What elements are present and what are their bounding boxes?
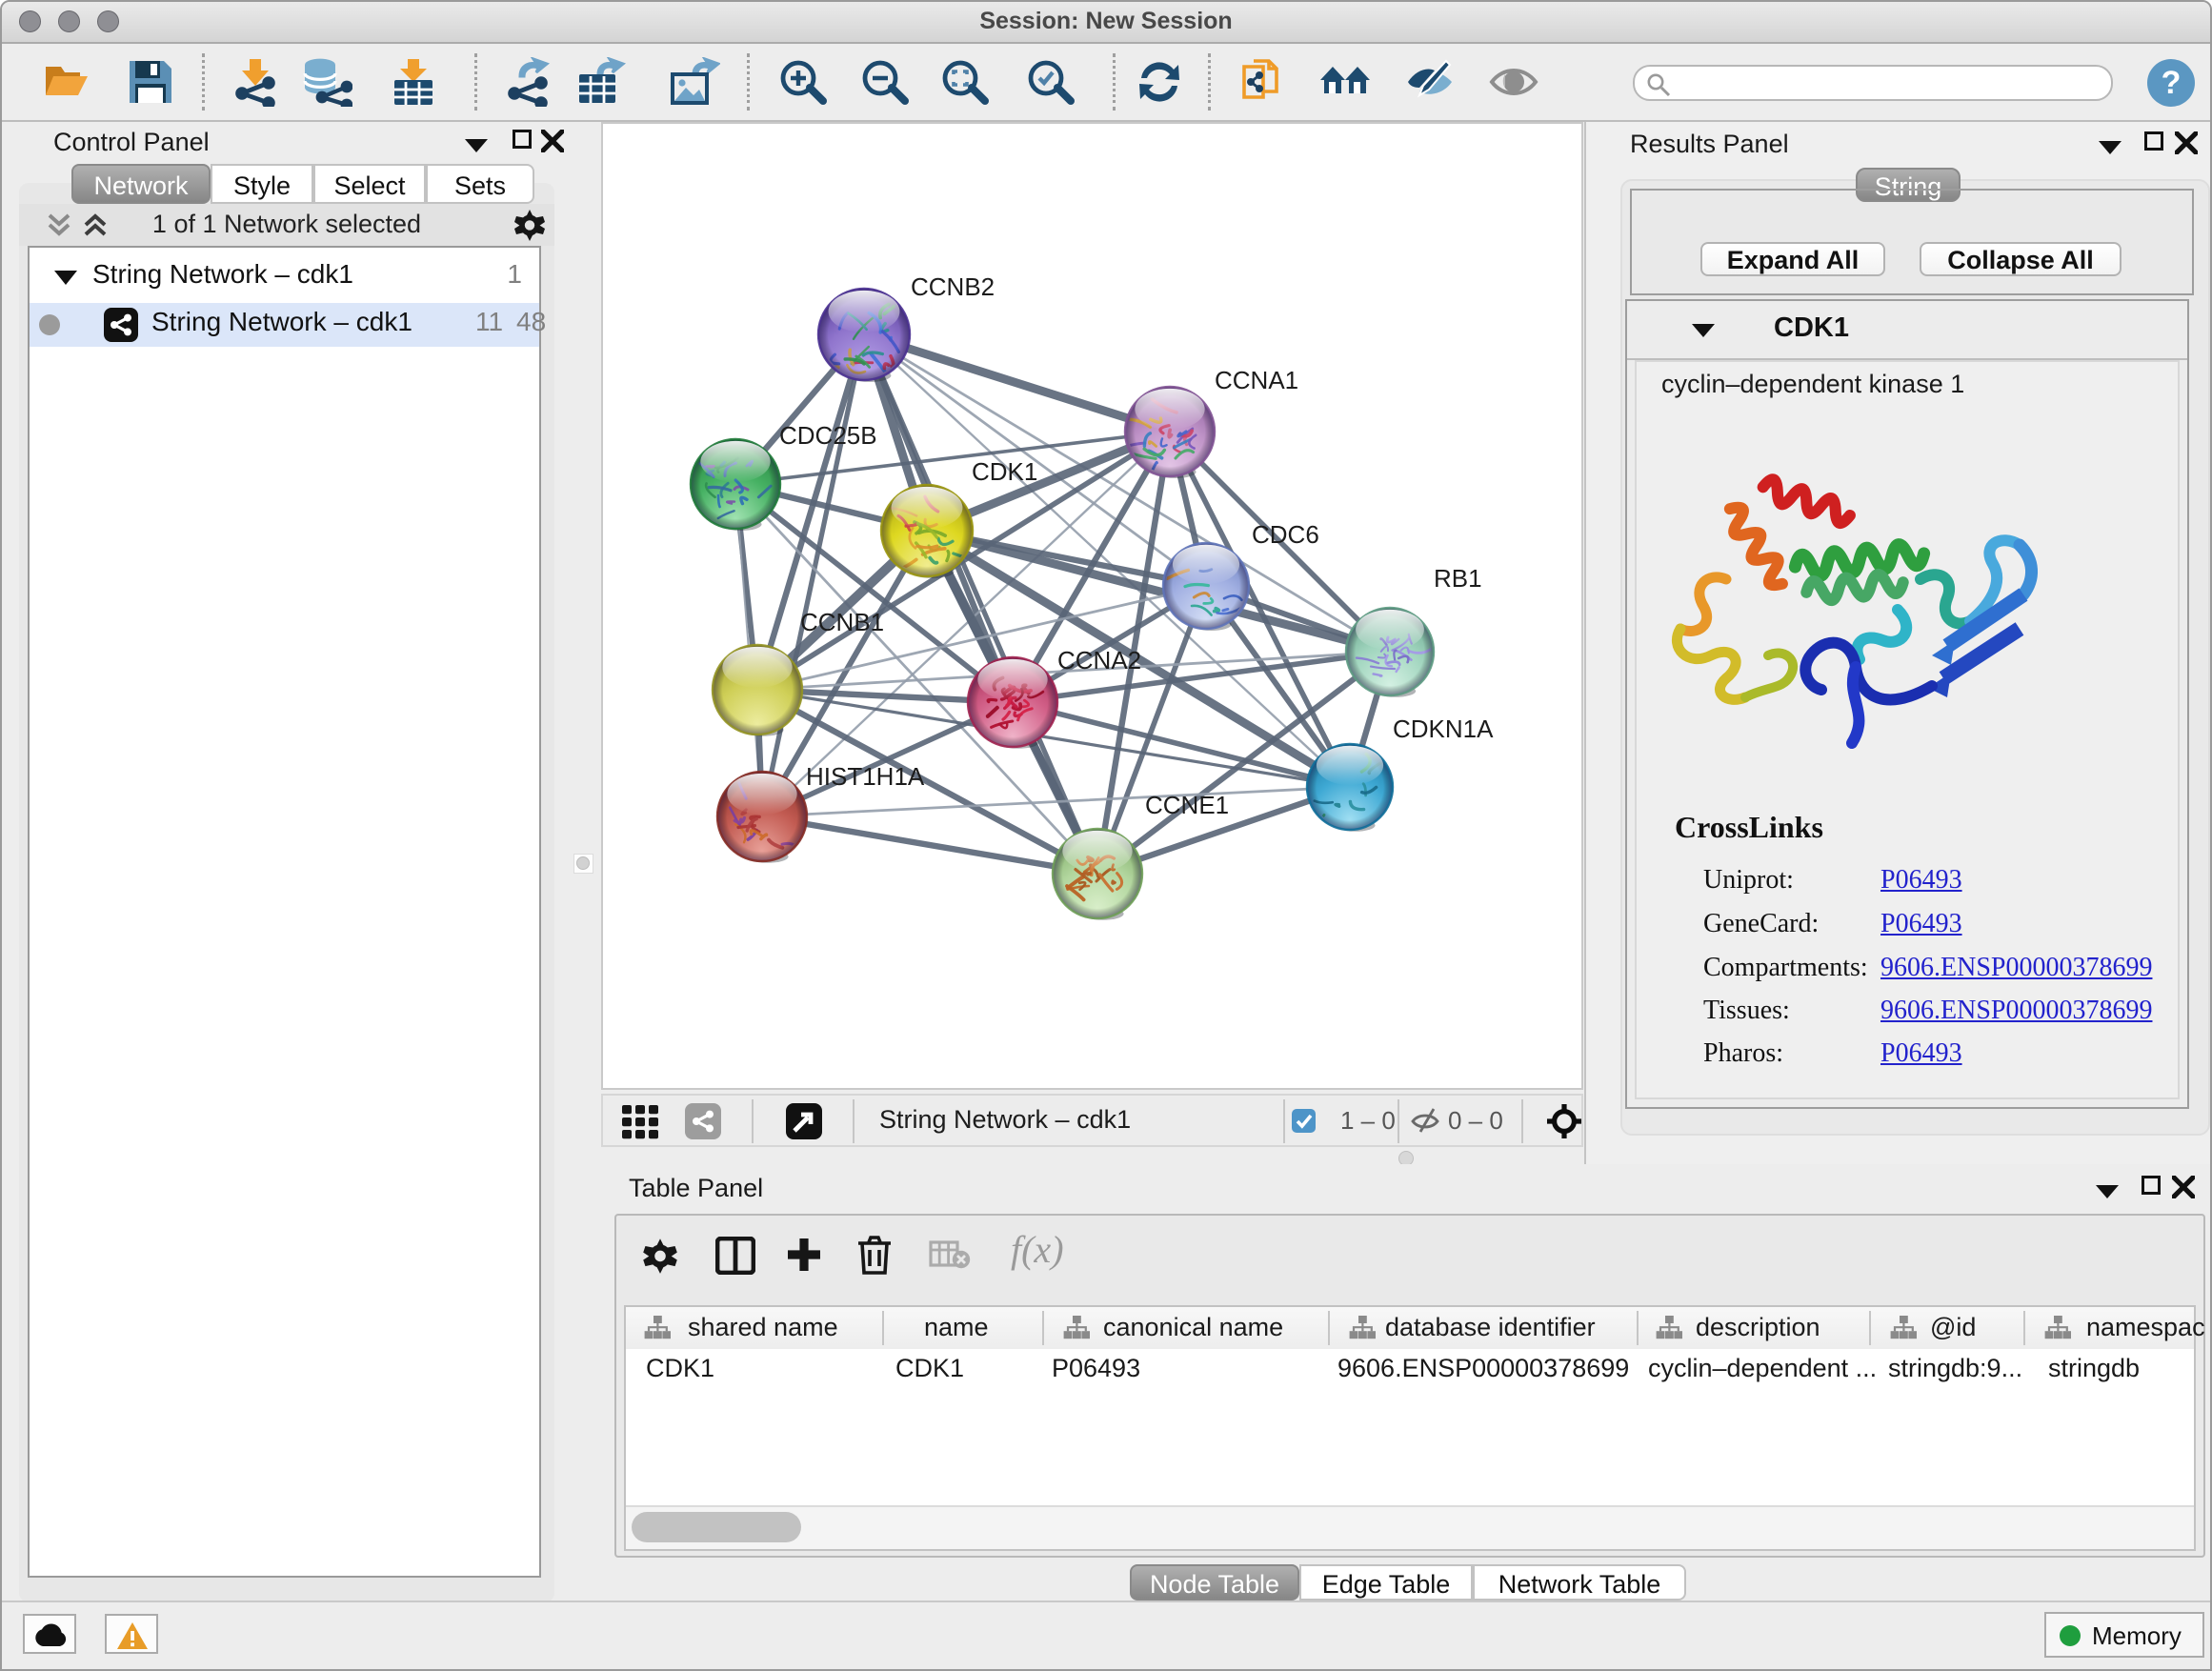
svg-text:CCNA1: CCNA1	[1215, 366, 1298, 394]
svg-text:RB1: RB1	[1434, 564, 1482, 593]
svg-text:CDC25B: CDC25B	[779, 421, 877, 450]
svg-text:CDKN1A: CDKN1A	[1393, 715, 1494, 743]
svg-text:CCNB2: CCNB2	[911, 272, 995, 301]
svg-text:CCNE1: CCNE1	[1145, 791, 1229, 819]
svg-text:HIST1H1A: HIST1H1A	[806, 762, 925, 791]
svg-text:CCNA2: CCNA2	[1057, 646, 1141, 674]
svg-text:CDC6: CDC6	[1252, 520, 1319, 549]
svg-text:CDK1: CDK1	[972, 457, 1037, 486]
svg-text:CCNB1: CCNB1	[800, 608, 884, 636]
